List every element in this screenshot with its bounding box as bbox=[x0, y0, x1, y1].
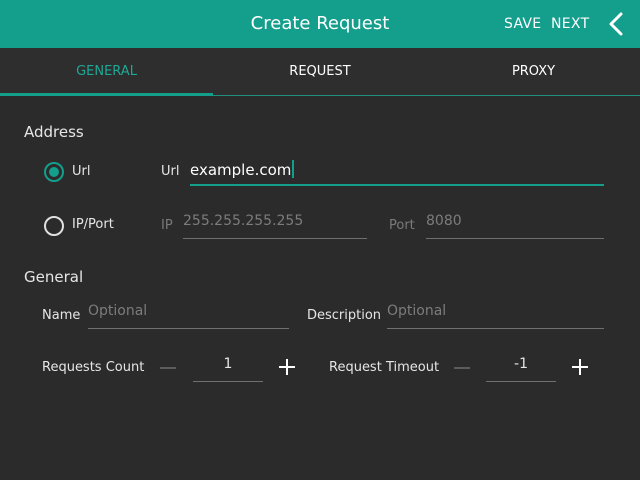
url-input-value: example.com bbox=[190, 161, 292, 179]
ipport-option-label: IP/Port bbox=[72, 217, 114, 232]
url-field-label: Url bbox=[161, 164, 180, 179]
port-field-label: Port bbox=[389, 218, 415, 233]
text-cursor bbox=[292, 160, 295, 178]
port-input[interactable]: 8080 bbox=[426, 209, 604, 239]
next-button[interactable]: NEXT bbox=[551, 0, 589, 48]
app-bar: Create Request SAVE NEXT bbox=[0, 0, 640, 48]
ip-field-label: IP bbox=[161, 218, 173, 233]
name-input[interactable]: Optional bbox=[88, 299, 289, 329]
requests-count-input[interactable]: 1 bbox=[193, 352, 263, 382]
chevron-left-icon[interactable] bbox=[604, 11, 630, 37]
plus-icon[interactable] bbox=[571, 358, 589, 376]
page-title: Create Request bbox=[250, 13, 390, 34]
url-input[interactable]: example.com bbox=[190, 156, 604, 186]
description-input[interactable]: Optional bbox=[387, 299, 604, 329]
minus-icon[interactable] bbox=[454, 367, 470, 369]
url-option-label: Url bbox=[72, 164, 91, 179]
ipport-radio[interactable] bbox=[44, 216, 64, 236]
active-tab-indicator bbox=[0, 93, 213, 96]
description-field-label: Description bbox=[307, 308, 382, 323]
request-timeout-input[interactable]: -1 bbox=[486, 352, 556, 382]
minus-icon[interactable] bbox=[160, 367, 176, 369]
save-button[interactable]: SAVE bbox=[504, 0, 541, 48]
tab-request[interactable]: REQUEST bbox=[213, 48, 427, 96]
request-timeout-label: Request Timeout bbox=[329, 360, 440, 375]
ip-input[interactable]: 255.255.255.255 bbox=[183, 209, 367, 239]
url-radio[interactable] bbox=[44, 162, 64, 182]
plus-icon[interactable] bbox=[278, 358, 296, 376]
general-section-title: General bbox=[24, 268, 84, 286]
tab-proxy[interactable]: PROXY bbox=[427, 48, 640, 96]
requests-count-label: Requests Count bbox=[42, 360, 145, 375]
tab-general[interactable]: GENERAL bbox=[0, 48, 213, 96]
tab-bar: GENERAL REQUEST PROXY bbox=[0, 48, 640, 96]
address-section-title: Address bbox=[24, 123, 84, 141]
name-field-label: Name bbox=[42, 308, 81, 323]
